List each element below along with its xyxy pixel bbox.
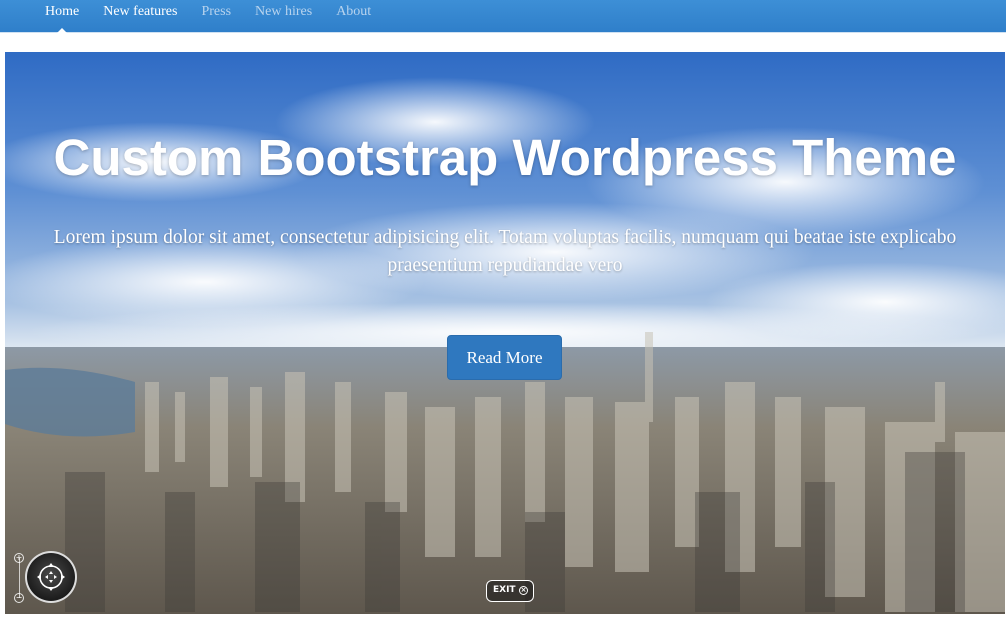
read-more-button[interactable]: Read More [447, 335, 562, 380]
zoom-out-icon[interactable]: − [14, 593, 24, 603]
nav-menu: Home New features Press New hires About [33, 0, 383, 33]
nav-item-label: New features [103, 4, 178, 19]
nav-item-home[interactable]: Home [33, 0, 91, 33]
exit-panorama-button[interactable]: EXIT × [486, 580, 534, 602]
nav-item-press[interactable]: Press [189, 0, 243, 20]
top-navbar: Home New features Press New hires About [0, 0, 1006, 33]
nav-item-new-features[interactable]: New features [91, 0, 189, 20]
nav-item-label: Home [45, 4, 80, 19]
active-indicator-caret-icon [57, 28, 68, 33]
hero-panorama[interactable]: Custom Bootstrap Wordpress Theme Lorem i… [5, 52, 1005, 614]
close-circle-icon: × [519, 586, 528, 595]
zoom-in-icon[interactable]: + [14, 553, 24, 563]
nav-item-label: Press [201, 4, 232, 19]
zoom-slider-track[interactable] [19, 558, 20, 598]
nav-item-label: About [336, 4, 372, 19]
hero-title: Custom Bootstrap Wordpress Theme [53, 129, 957, 186]
nav-item-label: New hires [255, 4, 313, 19]
hero-description: Lorem ipsum dolor sit amet, consectetur … [53, 227, 957, 276]
nav-item-about[interactable]: About [324, 0, 383, 20]
nav-item-new-hires[interactable]: New hires [243, 0, 324, 20]
move-arrows-icon [37, 563, 65, 591]
exit-label: EXIT [493, 585, 516, 595]
pan-navigation-wheel[interactable] [25, 551, 77, 603]
